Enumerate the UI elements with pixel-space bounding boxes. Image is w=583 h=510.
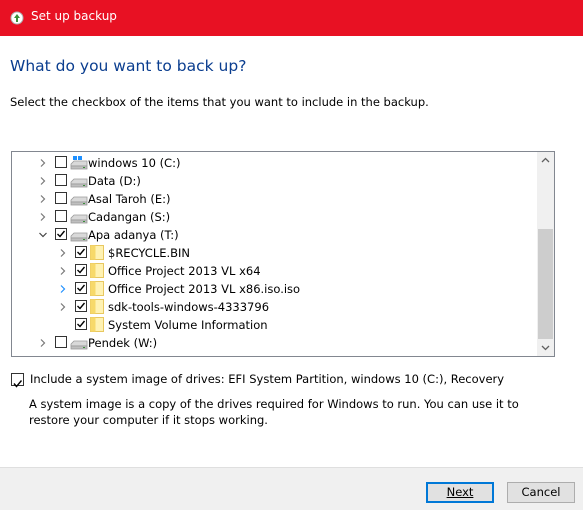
tree-item-label: Apa adanya (T:) [88, 228, 179, 242]
tree-item-label: Office Project 2013 VL x86.iso.iso [108, 282, 301, 296]
item-checkbox[interactable] [55, 336, 67, 348]
tree-item-folder[interactable]: $RECYCLE.BIN [12, 244, 532, 262]
tree-item-drive[interactable]: windows 10 (C:) [12, 154, 532, 172]
cancel-button[interactable]: Cancel [507, 482, 575, 503]
instruction-text: Select the checkbox of the items that yo… [10, 95, 429, 109]
item-checkbox[interactable] [75, 318, 87, 330]
item-checkbox[interactable] [75, 246, 87, 258]
checkmark-icon [77, 266, 86, 274]
tree-item-folder[interactable]: Office Project 2013 VL x64 [12, 262, 532, 280]
chevron-right-icon[interactable] [58, 284, 68, 294]
tree-item-drive[interactable]: Data (D:) [12, 172, 532, 190]
window-title: Set up backup [31, 9, 117, 23]
tree-item-folder[interactable]: System Volume Information [12, 316, 532, 334]
checkmark-icon [77, 248, 86, 256]
item-checkbox[interactable] [55, 210, 67, 222]
folder-icon [90, 263, 104, 278]
item-checkbox[interactable] [75, 282, 87, 294]
system-image-description: A system image is a copy of the drives r… [29, 397, 519, 427]
folder-icon [90, 281, 104, 296]
tree-item-label: Pendek (W:) [88, 336, 158, 350]
next-button[interactable]: Next [426, 482, 494, 503]
drive-icon [70, 196, 88, 206]
tree-item-label: Asal Taroh (E:) [88, 192, 171, 206]
item-checkbox[interactable] [55, 174, 67, 186]
checkmark-icon [13, 380, 23, 388]
drive-icon [70, 214, 88, 224]
item-checkbox[interactable] [55, 192, 67, 204]
vertical-scrollbar[interactable] [537, 152, 554, 356]
tree-item-drive[interactable]: Cadangan (S:) [12, 208, 532, 226]
chevron-right-icon[interactable] [38, 338, 48, 348]
system-image-label[interactable]: Include a system image of drives: EFI Sy… [30, 372, 504, 386]
tree-item-label: windows 10 (C:) [88, 156, 181, 170]
chevron-down-icon [541, 345, 550, 351]
chevron-right-icon[interactable] [38, 212, 48, 222]
checkmark-icon [77, 284, 86, 292]
tree-item-folder[interactable]: sdk-tools-windows-4333796 [12, 298, 532, 316]
scroll-up-arrow[interactable] [537, 152, 554, 169]
system-drive-icon [70, 156, 88, 170]
chevron-down-icon[interactable] [38, 230, 48, 240]
folder-icon [90, 245, 104, 260]
drive-icon [70, 178, 88, 188]
item-checkbox[interactable] [55, 228, 67, 240]
drive-icon [70, 232, 88, 242]
item-checkbox[interactable] [75, 300, 87, 312]
tree-item-drive[interactable]: Pendek (W:) [12, 334, 532, 352]
tree-item-folder[interactable]: Office Project 2013 VL x86.iso.iso [12, 280, 532, 298]
title-bar: Set up backup [0, 0, 583, 36]
chevron-right-icon[interactable] [58, 302, 68, 312]
chevron-right-icon[interactable] [38, 176, 48, 186]
scroll-down-arrow[interactable] [537, 339, 554, 356]
tree-item-label: Cadangan (S:) [88, 210, 171, 224]
chevron-up-icon [541, 157, 550, 163]
scroll-thumb[interactable] [538, 229, 553, 339]
tree-item-label: $RECYCLE.BIN [108, 246, 191, 260]
checkmark-icon [77, 302, 86, 310]
checkmark-icon [77, 320, 86, 328]
folder-icon [90, 299, 104, 314]
item-checkbox[interactable] [75, 264, 87, 276]
page-heading: What do you want to back up? [10, 57, 247, 75]
chevron-right-icon[interactable] [38, 194, 48, 204]
tree-item-drive[interactable]: Asal Taroh (E:) [12, 190, 532, 208]
tree-item-label: Data (D:) [88, 174, 141, 188]
tree-item-label: System Volume Information [108, 318, 268, 332]
tree-item-drive[interactable]: Apa adanya (T:) [12, 226, 532, 244]
chevron-right-icon[interactable] [38, 158, 48, 168]
backup-items-tree[interactable]: windows 10 (C:) Data (D:) Asal Taroh (E:) C… [11, 151, 555, 357]
dialog-footer: Next Cancel [0, 467, 583, 510]
system-image-checkbox[interactable] [11, 373, 24, 388]
checkmark-icon [57, 230, 66, 238]
backup-app-icon [10, 11, 24, 25]
item-checkbox[interactable] [55, 156, 67, 168]
drive-icon [70, 340, 88, 350]
chevron-right-icon[interactable] [58, 266, 68, 276]
tree-item-label: Office Project 2013 VL x64 [108, 264, 261, 278]
chevron-right-icon[interactable] [58, 248, 68, 258]
tree-item-label: sdk-tools-windows-4333796 [108, 300, 270, 314]
folder-icon [90, 317, 104, 332]
next-button-label: Next [446, 485, 474, 499]
